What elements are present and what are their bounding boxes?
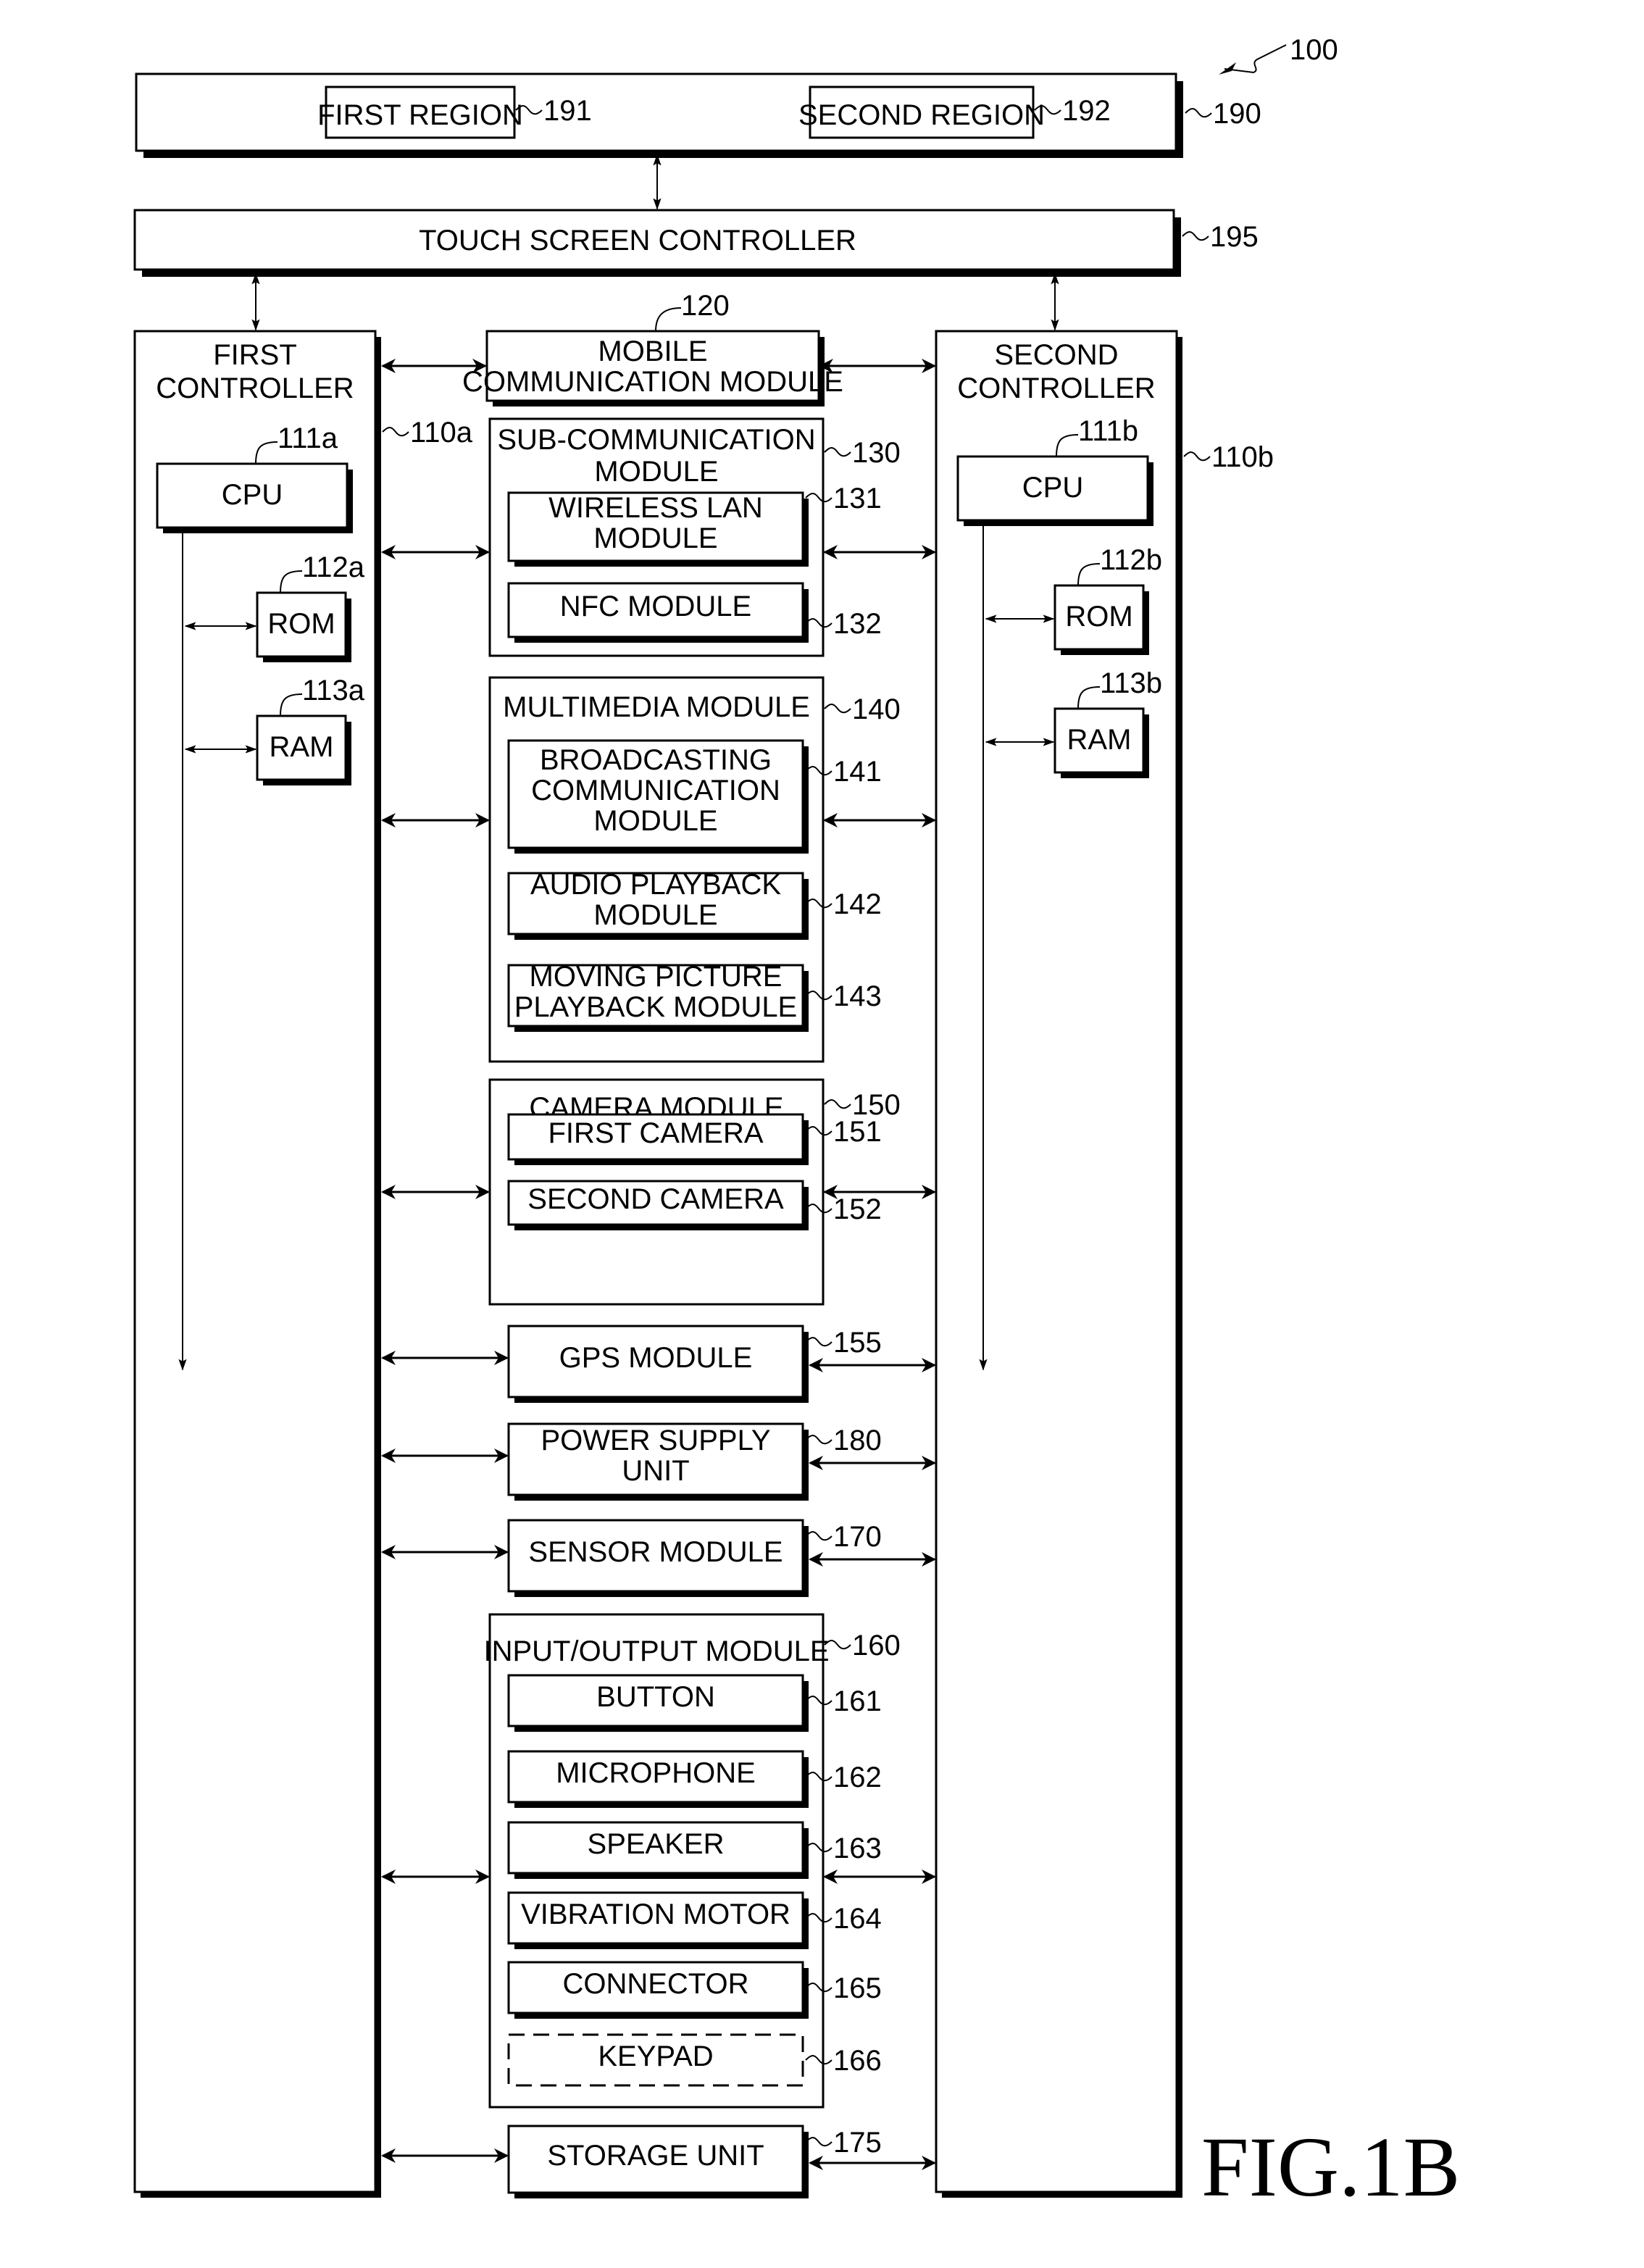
first-rom-label: ROM: [267, 608, 335, 640]
mobile-communication-label-line: COMMUNICATION MODULE: [462, 366, 843, 398]
multimedia-item-1-label-line: BROADCASTING: [540, 744, 772, 776]
input-output-item-1-ref: 161: [833, 1685, 882, 1717]
first-controller-label-line: CONTROLLER: [156, 372, 354, 404]
input-output-item-2-label-line: MICROPHONE: [556, 1757, 756, 1789]
first-controller-label-line: FIRST: [213, 339, 297, 371]
multimedia-item-3-label-line: MOVING PICTURE: [530, 961, 783, 993]
second-cpu-label: CPU: [1022, 472, 1083, 504]
input-output-item-2-ref: 162: [833, 1762, 882, 1793]
input-output-ref: 160: [852, 1630, 901, 1662]
input-output-item-6-label-line: KEYPAD: [598, 2040, 713, 2072]
second-controller-label-line: SECOND: [994, 339, 1118, 371]
input-output-item-3-label-line: SPEAKER: [588, 1828, 725, 1860]
leader-line: [655, 307, 682, 332]
multimedia-label-line: MULTIMEDIA MODULE: [503, 691, 810, 723]
block-diagram: 100 190 FIRST REGION 191 SECOND REGION 192 TOU…: [133, 34, 1460, 2214]
storage-unit-ref: 175: [833, 2127, 882, 2159]
first-ram-label: RAM: [270, 731, 334, 763]
first-cpu-label: CPU: [222, 479, 283, 511]
second-ram-label: RAM: [1067, 724, 1132, 756]
multimedia-item-2-ref: 142: [833, 888, 882, 920]
leader-line: [824, 1099, 851, 1109]
storage-unit-label-line: STORAGE UNIT: [547, 2140, 764, 2172]
mobile-communication-ref: 120: [681, 290, 730, 322]
input-output-item-5-ref: 165: [833, 1972, 882, 2004]
touch-screen-ref: 190: [1213, 98, 1261, 130]
multimedia-item-3-label-line: PLAYBACK MODULE: [514, 991, 798, 1023]
first-cpu-ref: 111a: [278, 422, 338, 454]
multimedia-ref: 140: [852, 693, 901, 725]
sub-communication-label-line: MODULE: [594, 456, 718, 488]
second-region-label: SECOND REGION: [798, 99, 1045, 131]
leader-line: [824, 447, 851, 457]
first-ram-ref: 113a: [302, 675, 365, 706]
camera-item-1-label-line: FIRST CAMERA: [548, 1117, 763, 1149]
power-supply-ref: 180: [833, 1425, 882, 1456]
touch-screen-controller-ref: 195: [1210, 221, 1259, 253]
device-ref-label: 100: [1290, 34, 1338, 66]
mobile-communication-label-line: MOBILE: [598, 335, 707, 367]
multimedia-item-2-label-line: MODULE: [593, 899, 717, 931]
second-cpu-ref: 111b: [1078, 415, 1138, 447]
first-controller-ref: 110a: [410, 417, 473, 449]
input-output-item-5-label-line: CONNECTOR: [562, 1968, 748, 2000]
sub-communication-item-1-label-line: WIRELESS LAN: [548, 492, 763, 524]
sub-communication-item-1-label-line: MODULE: [593, 522, 717, 554]
leader-line: [824, 704, 851, 714]
camera-item-2-ref: 152: [833, 1193, 882, 1225]
camera-item-2-label-line: SECOND CAMERA: [527, 1183, 784, 1215]
second-rom-ref: 112b: [1100, 544, 1162, 576]
second-rom-label: ROM: [1065, 601, 1132, 633]
leader-line: [1185, 108, 1212, 118]
multimedia-item-3-ref: 143: [833, 980, 882, 1012]
sub-communication-item-2-ref: 132: [833, 608, 882, 640]
power-supply-label-line: UNIT: [622, 1455, 689, 1487]
device-ref-pointer: [1224, 44, 1287, 74]
input-output-item-4-ref: 164: [833, 1903, 882, 1935]
sub-communication-item-1-ref: 131: [833, 483, 882, 514]
multimedia-item-1-ref: 141: [833, 756, 882, 788]
second-region-ref: 192: [1062, 95, 1111, 127]
first-rom-ref: 112a: [302, 551, 365, 583]
multimedia-item-2-label-line: AUDIO PLAYBACK: [530, 869, 781, 901]
leader-line: [805, 1337, 833, 1347]
sub-communication-label-line: SUB-COMMUNICATION: [497, 424, 815, 456]
second-controller-ref: 110b: [1211, 441, 1274, 473]
leader-line: [382, 427, 409, 437]
gps-module-label-line: GPS MODULE: [559, 1342, 753, 1374]
input-output-item-3-ref: 163: [833, 1833, 882, 1864]
input-output-label-line: INPUT/OUTPUT MODULE: [483, 1635, 829, 1667]
leader-line: [805, 1531, 833, 1541]
leader-line: [1182, 231, 1209, 241]
sub-communication-item-2-label-line: NFC MODULE: [560, 591, 751, 622]
second-ram-ref: 113b: [1100, 667, 1162, 699]
multimedia-item-1-label-line: COMMUNICATION: [531, 775, 780, 806]
figure-label: FIG.1B: [1201, 2119, 1460, 2214]
device-ref-arrowhead: [1219, 62, 1236, 75]
second-controller-label-line: CONTROLLER: [957, 372, 1155, 404]
power-supply-label-line: POWER SUPPLY: [541, 1425, 770, 1456]
input-output-item-4-label-line: VIBRATION MOTOR: [521, 1898, 790, 1930]
touch-screen-controller-label: TOUCH SCREEN CONTROLLER: [419, 225, 856, 257]
first-region-label: FIRST REGION: [317, 99, 523, 131]
leader-line: [805, 2137, 833, 2147]
leader-line: [1183, 451, 1211, 462]
first-region-ref: 191: [543, 95, 592, 127]
camera-item-1-ref: 151: [833, 1116, 882, 1148]
input-output-item-1-label-line: BUTTON: [596, 1681, 715, 1713]
leader-line: [805, 1435, 833, 1445]
multimedia-item-1-label-line: MODULE: [593, 805, 717, 837]
gps-module-ref: 155: [833, 1327, 882, 1359]
sensor-module-label-line: SENSOR MODULE: [528, 1536, 783, 1568]
sub-communication-ref: 130: [852, 437, 901, 469]
sensor-module-ref: 170: [833, 1521, 882, 1553]
input-output-item-6-ref: 166: [833, 2045, 882, 2077]
